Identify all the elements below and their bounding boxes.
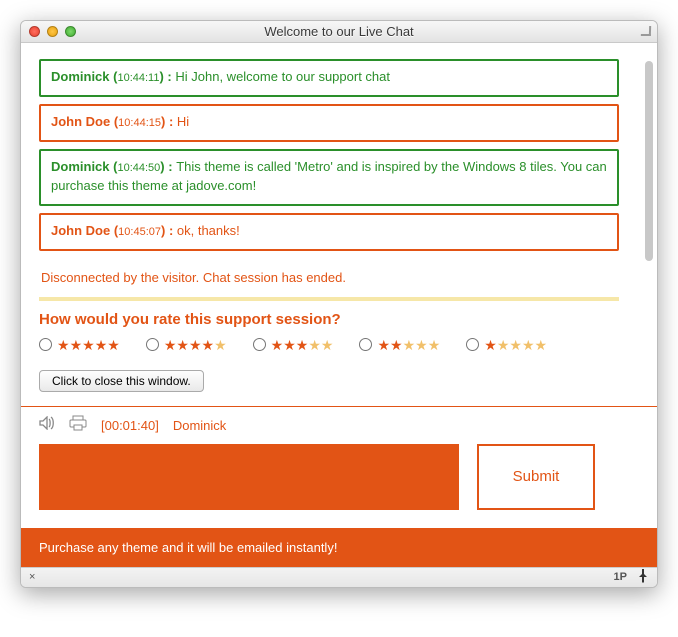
scrollbar[interactable] bbox=[645, 61, 653, 291]
rating-option-2[interactable]: ★★★★★ bbox=[359, 338, 440, 352]
star-icon: ★ bbox=[428, 338, 441, 352]
message-sender: John Doe ( bbox=[51, 223, 118, 238]
star-icon: ★ bbox=[107, 338, 120, 352]
star-icon: ★ bbox=[70, 338, 83, 352]
operator-name: Dominick bbox=[173, 418, 226, 433]
star-icon: ★ bbox=[497, 338, 510, 352]
star-icon: ★ bbox=[522, 338, 535, 352]
statusbar: × 1P bbox=[21, 567, 657, 587]
message-text: Hi bbox=[177, 114, 189, 129]
rating-radio[interactable] bbox=[359, 338, 372, 351]
star-icon: ★ bbox=[95, 338, 108, 352]
window-controls bbox=[29, 26, 76, 37]
star-icon: ★ bbox=[535, 338, 548, 352]
print-icon[interactable] bbox=[69, 415, 87, 436]
titlebar: Welcome to our Live Chat bbox=[21, 21, 657, 43]
scroll-thumb[interactable] bbox=[645, 61, 653, 261]
star-icon: ★ bbox=[321, 338, 334, 352]
rating-radio[interactable] bbox=[466, 338, 479, 351]
rating-radio[interactable] bbox=[253, 338, 266, 351]
submit-button[interactable]: Submit bbox=[477, 444, 595, 510]
rating-title: How would you rate this support session? bbox=[39, 307, 639, 338]
message: Dominick (10:44:11) : Hi John, welcome t… bbox=[39, 59, 619, 97]
message: Dominick (10:44:50) : This theme is call… bbox=[39, 149, 619, 206]
message-time: 10:45:07 bbox=[118, 226, 161, 238]
message-text: ok, thanks! bbox=[177, 223, 240, 238]
rating-radio[interactable] bbox=[146, 338, 159, 351]
close-window-button[interactable]: Click to close this window. bbox=[39, 370, 204, 392]
sound-icon[interactable] bbox=[39, 416, 55, 434]
zoom-icon[interactable] bbox=[65, 26, 76, 37]
statusbar-close-icon[interactable]: × bbox=[29, 571, 35, 583]
message-list: Dominick (10:44:11) : Hi John, welcome t… bbox=[39, 59, 639, 251]
star-icon: ★ bbox=[509, 338, 522, 352]
message-time: 10:44:11 bbox=[117, 72, 159, 84]
star-icon: ★ bbox=[82, 338, 95, 352]
separator bbox=[39, 297, 619, 301]
message: John Doe (10:45:07) : ok, thanks! bbox=[39, 213, 619, 251]
star-icon: ★ bbox=[296, 338, 309, 352]
message-sender: Dominick ( bbox=[51, 69, 117, 84]
message: John Doe (10:44:15) : Hi bbox=[39, 104, 619, 142]
minimize-icon[interactable] bbox=[47, 26, 58, 37]
input-row: Submit bbox=[39, 444, 639, 528]
message-sender: John Doe ( bbox=[51, 114, 118, 129]
star-icon: ★ bbox=[176, 338, 189, 352]
star-icon: ★ bbox=[308, 338, 321, 352]
footer-banner: Purchase any theme and it will be emaile… bbox=[21, 528, 657, 567]
message-sender: Dominick ( bbox=[51, 159, 117, 174]
star-icon: ★ bbox=[164, 338, 177, 352]
message-text: Hi John, welcome to our support chat bbox=[175, 69, 390, 84]
star-icon: ★ bbox=[283, 338, 296, 352]
star-icon: ★ bbox=[271, 338, 284, 352]
star-icon: ★ bbox=[202, 338, 215, 352]
resize-icon[interactable] bbox=[641, 26, 651, 36]
star-icon: ★ bbox=[390, 338, 403, 352]
chat-window: Welcome to our Live Chat Dominick (10:44… bbox=[20, 20, 658, 588]
star-icon: ★ bbox=[484, 338, 497, 352]
star-icon: ★ bbox=[189, 338, 202, 352]
content: Dominick (10:44:11) : Hi John, welcome t… bbox=[21, 43, 657, 567]
close-icon[interactable] bbox=[29, 26, 40, 37]
rating-option-4[interactable]: ★★★★★ bbox=[146, 338, 227, 352]
rating-options: ★★★★★★★★★★★★★★★★★★★★★★★★★ bbox=[39, 338, 639, 370]
rating-option-1[interactable]: ★★★★★ bbox=[466, 338, 547, 352]
window-title: Welcome to our Live Chat bbox=[21, 24, 657, 39]
rating-option-3[interactable]: ★★★★★ bbox=[253, 338, 334, 352]
star-icon: ★ bbox=[403, 338, 416, 352]
rating-radio[interactable] bbox=[39, 338, 52, 351]
message-input[interactable] bbox=[39, 444, 459, 510]
star-icon: ★ bbox=[415, 338, 428, 352]
star-icon: ★ bbox=[214, 338, 227, 352]
rating-option-5[interactable]: ★★★★★ bbox=[39, 338, 120, 352]
toolbar: [00:01:40] Dominick bbox=[39, 415, 639, 444]
session-duration: [00:01:40] bbox=[101, 418, 159, 433]
star-icon: ★ bbox=[57, 338, 70, 352]
star-icon: ★ bbox=[377, 338, 390, 352]
pin-icon[interactable] bbox=[637, 569, 649, 586]
divider bbox=[21, 406, 657, 407]
extension-badge[interactable]: 1P bbox=[614, 571, 627, 583]
session-status: Disconnected by the visitor. Chat sessio… bbox=[39, 258, 619, 295]
message-time: 10:44:50 bbox=[117, 162, 160, 174]
message-time: 10:44:15 bbox=[118, 117, 161, 129]
